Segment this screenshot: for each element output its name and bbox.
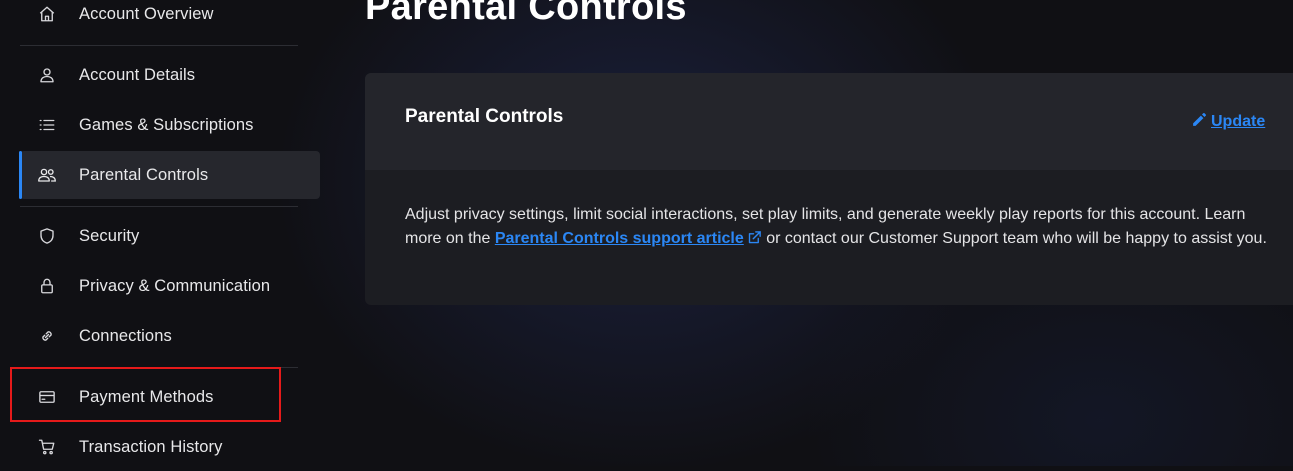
lock-icon [37, 276, 57, 296]
card-description: Adjust privacy settings, limit social in… [405, 203, 1285, 253]
sidebar-item-games-subscriptions[interactable]: Games & Subscriptions [20, 101, 320, 149]
users-icon [37, 165, 57, 185]
sidebar-item-label: Account Overview [79, 4, 214, 23]
description-text-continued: or contact our Customer Support team who… [761, 230, 1267, 247]
sidebar-item-account-overview[interactable]: Account Overview [20, 0, 320, 38]
parental-controls-support-link[interactable]: Parental Controls support article [495, 230, 744, 247]
sidebar-item-account-details[interactable]: Account Details [20, 51, 320, 99]
card-title: Parental Controls [405, 106, 564, 127]
link-icon [37, 326, 57, 346]
sidebar-item-label: Transaction History [79, 437, 223, 456]
sidebar-item-connections[interactable]: Connections [20, 312, 320, 360]
home-icon [37, 4, 57, 24]
user-icon [37, 65, 57, 85]
cart-icon [37, 437, 57, 457]
sidebar-nav: Account Overview Account Details Games &… [0, 0, 330, 466]
sidebar-item-label: Games & Subscriptions [79, 115, 254, 134]
support-link-label: Parental Controls support article [494, 230, 744, 247]
sidebar-divider [20, 206, 298, 207]
sidebar-item-label: Account Details [79, 65, 196, 84]
sidebar-item-security[interactable]: Security [20, 212, 320, 260]
shield-icon [37, 226, 57, 246]
sidebar-item-label: Privacy & Communication [79, 276, 271, 295]
pencil-icon [1191, 111, 1208, 133]
sidebar-item-label: Connections [79, 326, 172, 345]
external-link-icon[interactable] [747, 229, 762, 253]
update-label: Update [1211, 113, 1266, 130]
sidebar-item-label: Security [79, 226, 140, 245]
update-button[interactable]: Update [1191, 111, 1265, 133]
sidebar-item-privacy-communication[interactable]: Privacy & Communication [20, 262, 320, 310]
payment-methods-highlight-box [10, 367, 281, 422]
page-title: Parental Controls [365, 0, 687, 28]
parental-controls-card: Parental Controls Update Adjust privacy … [365, 73, 1293, 305]
sidebar-item-label: Parental Controls [79, 165, 209, 184]
card-header: Parental Controls Update [365, 73, 1293, 170]
sidebar-item-parental-controls[interactable]: Parental Controls [19, 151, 320, 199]
sidebar-item-transaction-history[interactable]: Transaction History [20, 423, 320, 471]
list-icon [37, 115, 57, 135]
sidebar-divider [20, 45, 298, 46]
